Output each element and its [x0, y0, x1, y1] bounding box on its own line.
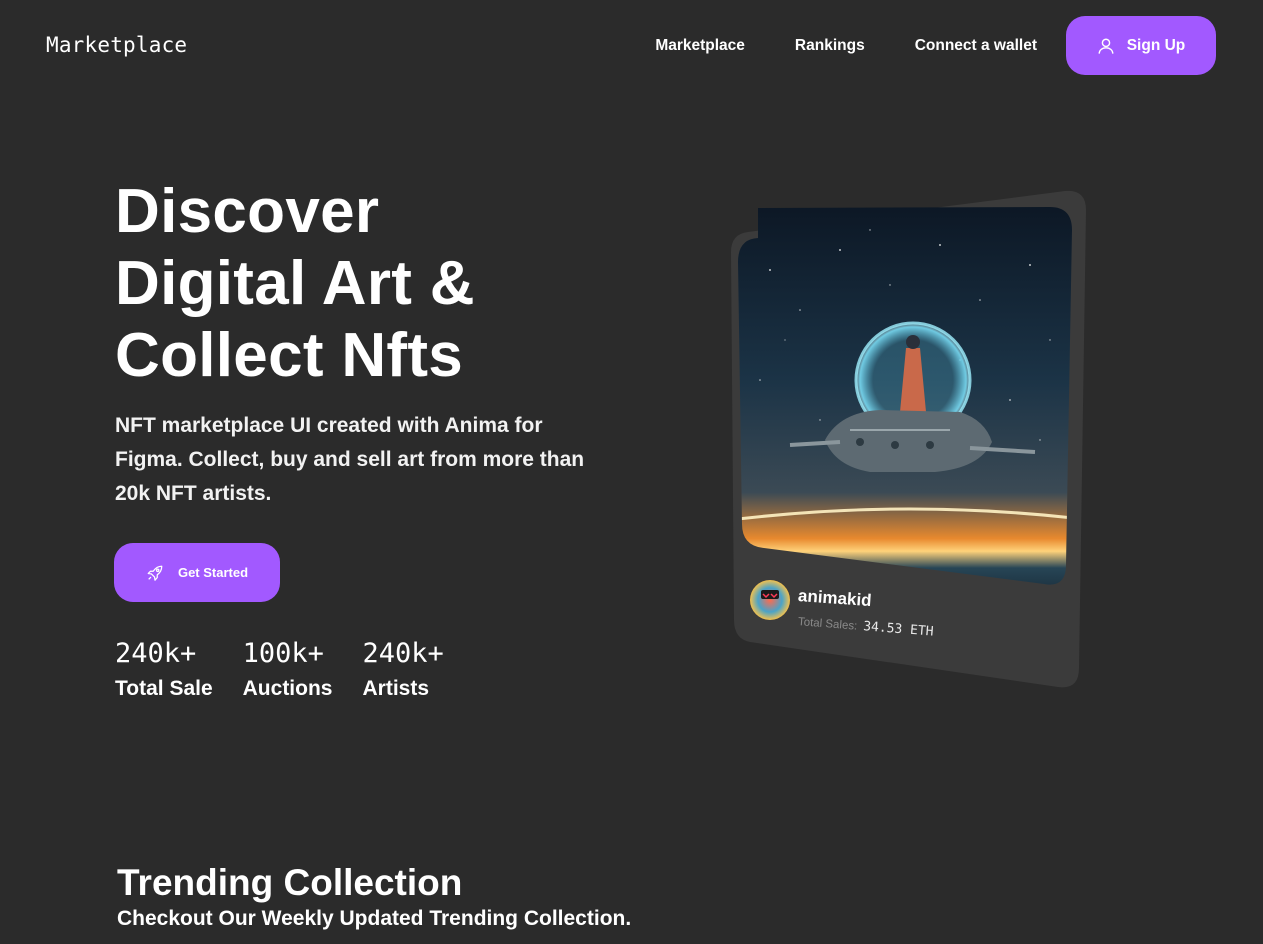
hero-title-line: Discover	[115, 177, 380, 246]
top-nav: Marketplace Rankings Connect a wallet Si…	[655, 16, 1216, 75]
featured-nft-art	[731, 190, 1086, 688]
hero-title-line: Collect Nfts	[115, 321, 464, 390]
user-icon	[1098, 38, 1114, 54]
nav-rankings[interactable]: Rankings	[795, 37, 865, 55]
get-started-label: Get Started	[177, 565, 249, 580]
sign-up-button[interactable]: Sign Up	[1066, 16, 1216, 75]
stat-artists: 240k+ Artists	[362, 637, 443, 701]
featured-nft-card[interactable]: animakid Total Sales: 34.53 ETH	[730, 190, 1090, 690]
site-logo[interactable]: Marketplace	[46, 33, 187, 57]
hero-title: Discover Digital Art & Collect Nfts	[115, 176, 475, 392]
hero-description: NFT marketplace UI created with Anima fo…	[115, 414, 585, 505]
stats-row: 240k+ Total Sale 100k+ Auctions 240k+ Ar…	[115, 637, 474, 701]
nav-connect-wallet[interactable]: Connect a wallet	[915, 37, 1037, 55]
stat-label: Total Sale	[115, 677, 213, 700]
hero-title-line: Digital Art &	[115, 249, 475, 318]
stat-label: Auctions	[242, 677, 333, 700]
nav-marketplace[interactable]: Marketplace	[655, 37, 745, 55]
stat-auctions: 100k+ Auctions	[243, 637, 333, 701]
sign-up-label: Sign Up	[1126, 36, 1186, 54]
trending-title: Trending Collection	[117, 862, 463, 903]
stat-total-sale: 240k+ Total Sale	[115, 637, 213, 701]
get-started-button[interactable]: Get Started	[114, 543, 280, 602]
stat-value: 240k+	[362, 638, 444, 669]
rocket-icon	[147, 565, 163, 581]
stat-label: Artists	[362, 677, 430, 700]
stat-value: 240k+	[115, 638, 197, 669]
trending-subtitle: Checkout Our Weekly Updated Trending Col…	[117, 907, 632, 930]
stat-value: 100k+	[242, 638, 324, 669]
